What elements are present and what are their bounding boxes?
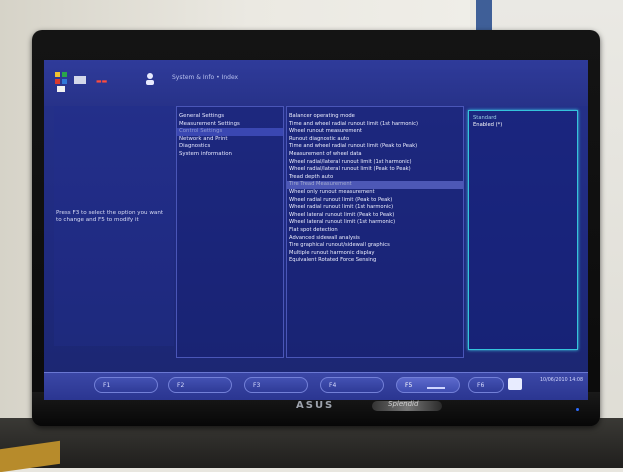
help-text: Press F3 to select the option you want t… bbox=[56, 210, 164, 223]
power-led-icon bbox=[576, 408, 579, 411]
fkey-button[interactable]: F2 bbox=[168, 377, 232, 393]
list-item[interactable]: Wheel radial runout limit (Peak to Peak) bbox=[287, 197, 463, 205]
fkey-button[interactable]: F4 bbox=[320, 377, 384, 393]
list-item[interactable]: Tread depth auto bbox=[287, 174, 463, 182]
fkey-button[interactable]: F6 bbox=[468, 377, 504, 393]
list-item[interactable]: Advanced sidewall analysis bbox=[287, 235, 463, 243]
option-value[interactable]: Enabled (*) bbox=[473, 122, 502, 128]
fkey-button[interactable]: F5 bbox=[396, 377, 460, 393]
fkey-label: F3 bbox=[253, 381, 261, 389]
list-item[interactable]: Wheel runout measurement bbox=[287, 128, 463, 136]
user-icon[interactable] bbox=[144, 72, 156, 86]
help-panel bbox=[54, 106, 174, 346]
list-item[interactable]: Wheel radial/lateral runout limit (1st h… bbox=[287, 159, 463, 167]
fkey-label: F5 bbox=[405, 381, 413, 389]
list-item[interactable]: Balancer operating mode bbox=[287, 113, 463, 121]
settings-list: Balancer operating mode Time and wheel ra… bbox=[286, 106, 464, 358]
menu-item[interactable]: Control Settings bbox=[177, 128, 283, 136]
monitor-brand-logo: ASUS bbox=[296, 400, 335, 411]
list-item[interactable]: Tire Tread Measurement bbox=[287, 181, 463, 189]
monitor-badge-label: Splendid bbox=[388, 400, 419, 408]
fkey-label: F2 bbox=[177, 381, 185, 389]
list-item[interactable]: Wheel lateral runout limit (1st harmonic… bbox=[287, 219, 463, 227]
menu-item[interactable]: Measurement Settings bbox=[177, 121, 283, 129]
fkey-label: F6 bbox=[477, 381, 485, 389]
list-item[interactable]: Equivalent Rotated Force Sensing bbox=[287, 257, 463, 265]
options-panel: Standard Enabled (*) bbox=[468, 110, 578, 350]
menu-item[interactable]: System information bbox=[177, 151, 283, 159]
list-item[interactable]: Flat spot detection bbox=[287, 227, 463, 235]
list-item[interactable]: Multiple runout harmonic display bbox=[287, 250, 463, 258]
list-item[interactable]: Runout diagnostic auto bbox=[287, 136, 463, 144]
app-logo-icon bbox=[55, 72, 67, 92]
brand-mark-icon: ▬▬ bbox=[96, 78, 108, 85]
fkey-label: F4 bbox=[329, 381, 337, 389]
list-item[interactable]: Time and wheel radial runout limit (1st … bbox=[287, 121, 463, 129]
printer-icon[interactable] bbox=[508, 378, 522, 390]
menu-item[interactable]: Diagnostics bbox=[177, 143, 283, 151]
fkey-label: F1 bbox=[103, 381, 111, 389]
list-item[interactable]: Wheel radial runout limit (1st harmonic) bbox=[287, 204, 463, 212]
list-item[interactable]: Tire graphical runout/sidewall graphics bbox=[287, 242, 463, 250]
list-item[interactable]: Wheel only runout measurement bbox=[287, 189, 463, 197]
fkey-button[interactable]: F3 bbox=[244, 377, 308, 393]
status-datetime: 10/06/2010 14:08 bbox=[540, 378, 583, 383]
list-item[interactable]: Wheel lateral runout limit (Peak to Peak… bbox=[287, 212, 463, 220]
screen-title: System & Info • Index bbox=[172, 74, 239, 81]
menu-item[interactable]: Network and Print bbox=[177, 136, 283, 144]
fkey-button[interactable]: F1 bbox=[94, 377, 158, 393]
option-label: Standard bbox=[473, 115, 497, 121]
list-item[interactable]: Measurement of wheel data bbox=[287, 151, 463, 159]
settings-menu: General Settings Measurement Settings Cont… bbox=[176, 106, 284, 358]
top-bar bbox=[44, 60, 588, 106]
menu-item[interactable]: General Settings bbox=[177, 113, 283, 121]
list-item[interactable]: Time and wheel radial runout limit (Peak… bbox=[287, 143, 463, 151]
edit-icon bbox=[427, 387, 445, 389]
flag-icon bbox=[74, 76, 86, 84]
monitor-screen: ▬▬ System & Info • Index Press F3 to sel… bbox=[44, 60, 588, 400]
list-item[interactable]: Wheel radial/lateral runout limit (Peak … bbox=[287, 166, 463, 174]
